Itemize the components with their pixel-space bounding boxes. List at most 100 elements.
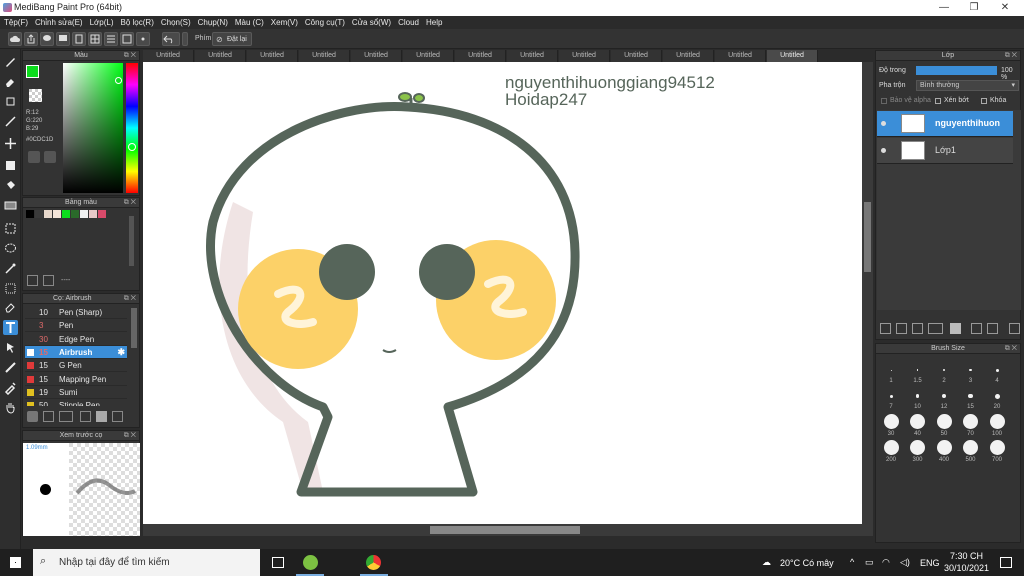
close-button[interactable]: ✕	[990, 0, 1020, 16]
brush-copy-icon[interactable]	[80, 411, 91, 422]
brush-item[interactable]: 15 Airbrush ✱	[25, 345, 127, 359]
menu-file[interactable]: Tệp(F)	[0, 16, 31, 27]
weather-text[interactable]: 20°C Có mây	[780, 558, 834, 568]
palette-swatch[interactable]	[62, 210, 70, 218]
protect-alpha-checkbox[interactable]	[881, 98, 887, 104]
clip-checkbox[interactable]	[935, 98, 941, 104]
document-tab[interactable]: Untitled	[299, 50, 350, 62]
brush-item[interactable]: 15 Mapping Pen	[25, 373, 127, 386]
panel-close-icon[interactable]: ⧉ ✕	[1005, 344, 1017, 354]
document-tab[interactable]: Untitled	[247, 50, 298, 62]
panel-icon[interactable]	[120, 32, 134, 46]
new-layer-icon[interactable]	[880, 323, 891, 334]
hue-slider-handle[interactable]	[128, 143, 136, 151]
maximize-button[interactable]: ❐	[959, 0, 989, 16]
vertical-scrollbar[interactable]	[862, 62, 873, 536]
gear-icon[interactable]: ✱	[117, 346, 125, 359]
task-view-icon[interactable]	[272, 557, 284, 568]
clock-date[interactable]: 30/10/2021	[944, 563, 989, 573]
hand-tool-icon[interactable]	[3, 400, 18, 415]
brush-size-option[interactable]: 20	[984, 388, 1010, 410]
reset-button[interactable]: ⊘ Đặt lại	[212, 32, 252, 46]
page-icon[interactable]	[72, 32, 86, 46]
brush-size-option[interactable]: 1	[878, 362, 904, 384]
app-icon-taskbar-1[interactable]	[303, 555, 318, 570]
brush-size-option[interactable]: 400	[931, 440, 957, 463]
saturation-value-picker[interactable]	[63, 63, 123, 193]
horizontal-scrollbar[interactable]	[143, 524, 862, 536]
brush-size-option[interactable]: 50	[931, 414, 957, 437]
volume-icon[interactable]: ◁)	[900, 557, 910, 568]
document-tab[interactable]: Untitled	[611, 50, 662, 62]
canvas[interactable]: nguyenthihuonggiang94512 Hoidap247	[143, 62, 862, 524]
palette-swatch[interactable]	[26, 210, 34, 218]
fill-tool-icon[interactable]	[3, 178, 18, 193]
brush-duplicate-icon[interactable]	[112, 411, 123, 422]
document-tab[interactable]: Untitled	[195, 50, 246, 62]
cloud-icon[interactable]	[8, 32, 22, 46]
add-brush-icon[interactable]	[43, 411, 54, 422]
document-tab[interactable]: Untitled	[455, 50, 506, 62]
delete-palette-icon[interactable]	[43, 275, 54, 286]
palette-swatch[interactable]	[89, 210, 97, 218]
lasso-tool-icon[interactable]	[3, 241, 18, 256]
brush-item[interactable]: 30 Edge Pen	[25, 333, 127, 346]
document-tab[interactable]: Untitled	[663, 50, 714, 62]
palette-swatch[interactable]	[44, 210, 52, 218]
brush-size-option[interactable]: 700	[984, 440, 1010, 463]
menu-window[interactable]: Cửa sổ(W)	[348, 16, 394, 27]
menu-select[interactable]: Chọn(S)	[157, 16, 194, 27]
vertical-scroll-thumb[interactable]	[864, 202, 871, 272]
select-pen-icon[interactable]	[3, 281, 18, 296]
palette-swatch[interactable]	[71, 210, 79, 218]
lock-checkbox[interactable]	[981, 98, 987, 104]
dot-tool-icon[interactable]	[3, 94, 18, 109]
document-tab[interactable]: Untitled	[767, 50, 818, 62]
brush-size-option[interactable]: 500	[958, 440, 984, 463]
panel-close-icon[interactable]: ⧉ ✕	[124, 198, 136, 208]
color-wheel-icon[interactable]	[28, 151, 40, 163]
horizontal-scroll-thumb[interactable]	[430, 526, 580, 534]
brush-size-option[interactable]: 3	[958, 362, 984, 384]
document-tab[interactable]: Untitled	[351, 50, 402, 62]
merge-layer-icon[interactable]	[987, 323, 998, 334]
document-tab[interactable]: Untitled	[507, 50, 558, 62]
weather-icon[interactable]: ☁	[762, 557, 771, 568]
battery-icon[interactable]: ▭	[865, 557, 874, 568]
eraser-tool-icon[interactable]	[3, 74, 18, 89]
panel-close-icon[interactable]: ⧉ ✕	[124, 51, 136, 61]
brush-size-option[interactable]: 70	[958, 414, 984, 437]
brush-size-option[interactable]: 100	[984, 414, 1010, 437]
palette-swatch[interactable]	[53, 210, 61, 218]
language-indicator[interactable]: ENG	[920, 558, 940, 568]
document-tab[interactable]: Untitled	[559, 50, 610, 62]
taskbar-search[interactable]: ⌕ Nhập tại đây để tìm kiếm	[33, 549, 260, 576]
redo-icon[interactable]	[182, 32, 188, 46]
menu-help[interactable]: Help	[422, 16, 445, 27]
menu-filter[interactable]: Bộ lọc(R)	[117, 16, 157, 27]
brush-size-option[interactable]: 15	[958, 388, 984, 410]
menu-snap[interactable]: Chụp(N)	[194, 16, 231, 27]
new-palette-icon[interactable]	[27, 275, 38, 286]
visibility-icon[interactable]	[881, 148, 886, 153]
panel-divide-icon[interactable]	[3, 360, 18, 375]
palette-swatch[interactable]	[80, 210, 88, 218]
brush-tool-icon[interactable]	[3, 54, 18, 69]
brush-item[interactable]: 3 Pen	[25, 319, 127, 333]
menu-edit[interactable]: Chỉnh sửa(E)	[31, 16, 86, 27]
share-icon[interactable]	[24, 32, 38, 46]
new-layer-1bit-icon[interactable]	[912, 323, 923, 334]
wifi-icon[interactable]: ◠	[882, 557, 890, 568]
brush-item[interactable]: 15 G Pen	[25, 359, 127, 373]
menu-view[interactable]: Xem(V)	[267, 16, 301, 27]
brush-size-option[interactable]: 10	[905, 388, 931, 410]
undo-icon[interactable]	[162, 32, 180, 46]
hue-slider[interactable]	[126, 63, 138, 193]
foreground-color-swatch[interactable]	[26, 65, 39, 78]
brush-size-option[interactable]: 1.5	[905, 362, 931, 384]
background-color-swatch[interactable]	[29, 89, 42, 102]
palette-swatch[interactable]	[35, 210, 43, 218]
opacity-slider[interactable]	[916, 66, 997, 75]
menu-tools[interactable]: Công cụ(T)	[301, 16, 348, 27]
chrome-icon[interactable]	[366, 555, 381, 570]
